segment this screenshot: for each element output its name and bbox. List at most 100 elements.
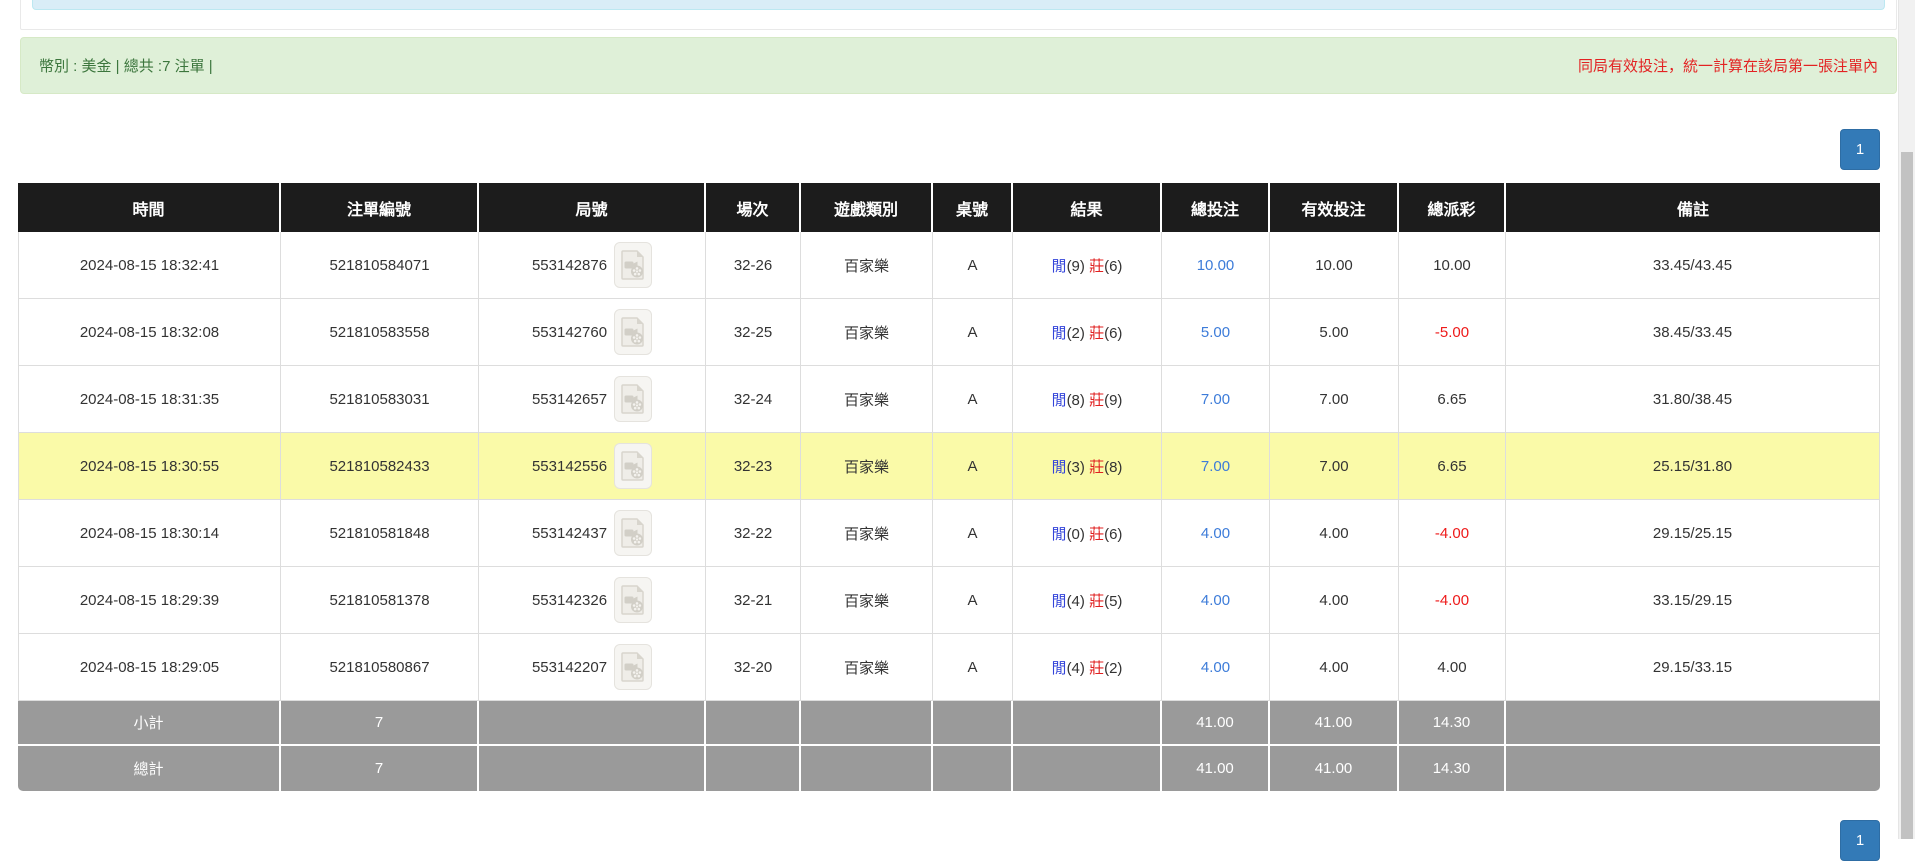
- video-replay-button[interactable]: [614, 510, 652, 556]
- total-bet-link[interactable]: 7.00: [1201, 458, 1230, 475]
- table-number-cell: A: [933, 433, 1013, 500]
- game-type-cell: 百家樂: [801, 500, 933, 567]
- total-bet-link[interactable]: 4.00: [1201, 525, 1230, 542]
- banker-label: 莊: [1089, 392, 1104, 409]
- video-file-icon: [620, 451, 646, 481]
- total-bet-cell: 10.00: [1162, 232, 1270, 299]
- summary-empty-cell: [933, 701, 1013, 746]
- session-cell: 32-22: [706, 500, 801, 567]
- table-number-cell: A: [933, 567, 1013, 634]
- result-cell: 閒(9) 莊(6): [1013, 232, 1162, 299]
- video-file-icon: [620, 384, 646, 414]
- total-bet-cell: 4.00: [1162, 500, 1270, 567]
- summary-total-bet-cell: 41.00: [1162, 701, 1270, 746]
- player-score: (9): [1067, 258, 1085, 275]
- payout-cell: 6.65: [1399, 366, 1506, 433]
- bet-id-cell: 521810584071: [281, 232, 479, 299]
- player-label: 閒: [1052, 526, 1067, 543]
- total-row: 總計741.0041.0014.30: [18, 746, 1880, 791]
- video-file-icon: [620, 250, 646, 280]
- video-replay-button[interactable]: [614, 577, 652, 623]
- scrollbar-thumb[interactable]: [1901, 152, 1913, 839]
- payout-cell: -5.00: [1399, 299, 1506, 366]
- banker-score: (6): [1104, 526, 1122, 543]
- bet-records-table: 時間注單編號局號場次遊戲類別桌號結果總投注有效投注總派彩備註 2024-08-1…: [18, 183, 1880, 791]
- game-type-cell: 百家樂: [801, 433, 933, 500]
- time-cell: 2024-08-15 18:32:41: [18, 232, 281, 299]
- table-row: 2024-08-15 18:32:08521810583558553142760…: [18, 299, 1880, 366]
- scrollbar[interactable]: [1898, 0, 1915, 839]
- total-bet-cell: 7.00: [1162, 433, 1270, 500]
- total-bet-link[interactable]: 10.00: [1197, 257, 1235, 274]
- column-header: 備註: [1506, 183, 1880, 232]
- info-alert-bar: [32, 0, 1885, 10]
- total-bet-link[interactable]: 4.00: [1201, 659, 1230, 676]
- game-type-cell: 百家樂: [801, 366, 933, 433]
- session-cell: 32-21: [706, 567, 801, 634]
- total-bet-link[interactable]: 5.00: [1201, 324, 1230, 341]
- summary-empty-cell: [801, 746, 933, 791]
- column-header: 注單編號: [281, 183, 479, 232]
- pagination-page-1-bottom[interactable]: 1: [1840, 820, 1880, 861]
- time-cell: 2024-08-15 18:32:08: [18, 299, 281, 366]
- round-id: 553142326: [532, 592, 607, 609]
- round-cell: 553142437: [479, 500, 706, 567]
- summary-empty-cell: [1506, 701, 1880, 746]
- column-header: 有效投注: [1270, 183, 1399, 232]
- valid-bet-cell: 4.00: [1270, 634, 1399, 701]
- total-bet-link[interactable]: 4.00: [1201, 592, 1230, 609]
- summary-payout-cell: 14.30: [1399, 701, 1506, 746]
- result-cell: 閒(0) 莊(6): [1013, 500, 1162, 567]
- pagination-page-1-top[interactable]: 1: [1840, 129, 1880, 170]
- valid-bet-notice-text: 同局有效投注，統一計算在該局第一張注單內: [1578, 55, 1878, 76]
- column-header: 桌號: [933, 183, 1013, 232]
- time-cell: 2024-08-15 18:31:35: [18, 366, 281, 433]
- result-cell: 閒(3) 莊(8): [1013, 433, 1162, 500]
- remark-cell: 33.45/43.45: [1506, 232, 1880, 299]
- table-number-cell: A: [933, 299, 1013, 366]
- total-bet-cell: 4.00: [1162, 634, 1270, 701]
- total-bet-link[interactable]: 7.00: [1201, 391, 1230, 408]
- banker-score: (8): [1104, 459, 1122, 476]
- summary-empty-cell: [1506, 746, 1880, 791]
- table-row: 2024-08-15 18:30:14521810581848553142437…: [18, 500, 1880, 567]
- video-replay-button[interactable]: [614, 443, 652, 489]
- game-type-cell: 百家樂: [801, 567, 933, 634]
- summary-empty-cell: [801, 701, 933, 746]
- video-file-icon: [620, 585, 646, 615]
- column-header: 場次: [706, 183, 801, 232]
- round-id: 553142657: [532, 391, 607, 408]
- table-row: 2024-08-15 18:32:41521810584071553142876…: [18, 232, 1880, 299]
- round-id: 553142207: [532, 659, 607, 676]
- payout-cell: -4.00: [1399, 567, 1506, 634]
- remark-cell: 29.15/33.15: [1506, 634, 1880, 701]
- banker-score: (5): [1104, 593, 1122, 610]
- time-cell: 2024-08-15 18:30:55: [18, 433, 281, 500]
- round-cell: 553142760: [479, 299, 706, 366]
- video-replay-button[interactable]: [614, 644, 652, 690]
- remark-cell: 29.15/25.15: [1506, 500, 1880, 567]
- summary-valid-bet-cell: 41.00: [1270, 701, 1399, 746]
- summary-payout-cell: 14.30: [1399, 746, 1506, 791]
- video-replay-button[interactable]: [614, 242, 652, 288]
- video-replay-button[interactable]: [614, 309, 652, 355]
- bet-id-cell: 521810581378: [281, 567, 479, 634]
- game-type-cell: 百家樂: [801, 232, 933, 299]
- table-row-highlighted: 2024-08-15 18:30:55521810582433553142556…: [18, 433, 1880, 500]
- column-header: 時間: [18, 183, 281, 232]
- bet-id-cell: 521810583558: [281, 299, 479, 366]
- summary-empty-cell: [706, 746, 801, 791]
- video-file-icon: [620, 518, 646, 548]
- video-replay-button[interactable]: [614, 376, 652, 422]
- result-cell: 閒(2) 莊(6): [1013, 299, 1162, 366]
- column-header: 結果: [1013, 183, 1162, 232]
- round-cell: 553142207: [479, 634, 706, 701]
- session-cell: 32-25: [706, 299, 801, 366]
- table-number-cell: A: [933, 634, 1013, 701]
- session-cell: 32-20: [706, 634, 801, 701]
- banker-label: 莊: [1089, 593, 1104, 610]
- banker-label: 莊: [1089, 459, 1104, 476]
- round-cell: 553142876: [479, 232, 706, 299]
- summary-empty-cell: [706, 701, 801, 746]
- time-cell: 2024-08-15 18:30:14: [18, 500, 281, 567]
